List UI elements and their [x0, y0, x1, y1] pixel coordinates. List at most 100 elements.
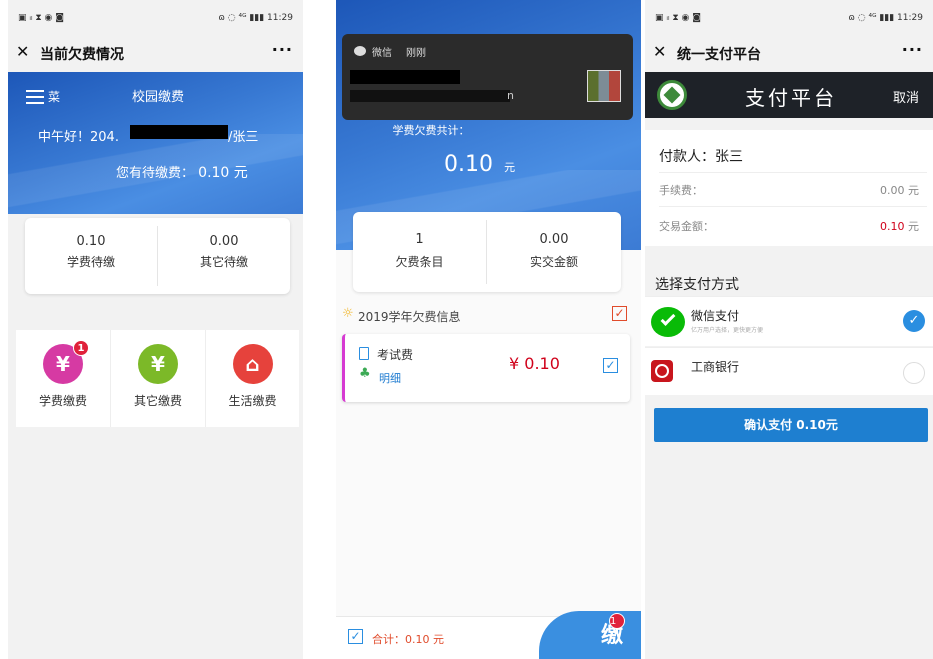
notification-app: 微信	[372, 48, 392, 59]
amount-value: 0.10	[880, 220, 905, 233]
sun-icon: ☼	[342, 306, 354, 321]
thumbnail-image	[587, 70, 621, 102]
summary-label: 其它待缴	[199, 255, 248, 269]
notification-tail: n	[507, 89, 514, 102]
divider	[659, 206, 927, 207]
screen-payment-platform: ▣ ᵢₗ ⧗ ◉ ◙ ɷ ◌ ⁴ᴳ ▮▮▮ 11:29 ✕ 统一支付平台 ···…	[645, 0, 933, 659]
wechat-pay-icon	[651, 307, 685, 337]
summary-value: 1	[415, 232, 424, 247]
method-name: 微信支付	[691, 309, 740, 323]
wechat-small-icon	[354, 46, 366, 56]
close-icon[interactable]: ✕	[16, 42, 29, 61]
pay-fab[interactable]: 缴 1	[539, 611, 641, 659]
status-left: ▣ ᵢₗ ⧗ ◉ ◙	[655, 13, 701, 23]
hamburger-icon	[26, 90, 44, 104]
section-header: ☼ 2019学年欠费信息 ✓	[336, 304, 641, 330]
method-wechat[interactable]: 微信支付 亿万用户选择，更快更方便 ✓	[645, 296, 933, 346]
other-yen-icon: ¥	[138, 344, 178, 384]
close-icon[interactable]: ✕	[653, 42, 666, 61]
service-label: 生活缴费	[228, 394, 277, 408]
summary-label: 学费待缴	[66, 255, 115, 269]
total-value: 0.10	[444, 152, 493, 177]
more-icon[interactable]: ···	[902, 40, 923, 59]
screen-arrears-detail: 微信 刚刚 n 学费欠费共计： 0.10 元 1 欠费条目 0.00 实交金额 …	[336, 0, 641, 659]
summary-value: 0.10	[76, 234, 106, 249]
notification-time: 刚刚	[406, 48, 426, 59]
status-right: ɷ ◌ ⁴ᴳ ▮▮▮ 11:29	[848, 13, 923, 23]
total-unit: 元	[504, 161, 516, 174]
service-tuition[interactable]: ¥1 学费缴费	[16, 330, 110, 427]
footer-bar: ✓ 合计：0.10 元 缴 1	[336, 611, 641, 659]
summary-card: 1 欠费条目 0.00 实交金额	[353, 212, 621, 292]
page-title: 当前欠费情况	[40, 47, 124, 63]
wechat-notification[interactable]: 微信 刚刚 n	[342, 34, 633, 120]
nav-bar: ✕ 统一支付平台 ···	[645, 36, 933, 66]
confirm-pay-button[interactable]: 确认支付 0.10元	[654, 408, 928, 442]
summary-tuition[interactable]: 0.10 学费待缴	[25, 234, 157, 270]
fee-amount: ¥ 0.10	[509, 354, 560, 373]
service-label: 学费缴费	[38, 394, 87, 408]
school-logo-icon	[657, 80, 687, 110]
service-grid: ¥1 学费缴费 ¥ 其它缴费 ⌂ 生活缴费	[16, 330, 299, 427]
fee-value: 0.00 元	[880, 184, 919, 197]
pending-label: 您有待缴费：	[116, 166, 195, 181]
status-right: ɷ ◌ ⁴ᴳ ▮▮▮ 11:29	[218, 13, 293, 23]
notification-badge: 1	[609, 613, 625, 629]
unselected-radio[interactable]	[903, 362, 925, 384]
summary-value: 0.00	[209, 234, 239, 249]
method-title: 选择支付方式	[655, 277, 739, 293]
tree-icon: ♣	[359, 366, 371, 381]
service-life[interactable]: ⌂ 生活缴费	[206, 330, 299, 427]
menu-label: 菜	[48, 90, 61, 104]
status-left: ▣ ᵢₗ ⧗ ◉ ◙	[18, 13, 64, 23]
status-bar: ▣ ᵢₗ ⧗ ◉ ◙ ɷ ◌ ⁴ᴳ ▮▮▮ 11:29	[645, 8, 933, 28]
selected-radio[interactable]: ✓	[903, 310, 925, 332]
greeting-prefix: 中午好！204.	[38, 130, 119, 145]
total-amount: 0.10 元	[444, 152, 515, 177]
service-other[interactable]: ¥ 其它缴费	[111, 330, 205, 427]
fee-detail-link[interactable]: 明细	[379, 370, 401, 386]
header-title: 校园缴费	[132, 90, 185, 105]
cancel-button[interactable]: 取消	[893, 87, 919, 106]
select-all-checkbox[interactable]: ✓	[612, 306, 627, 321]
redaction-bar	[350, 90, 510, 102]
amount-label: 交易金额：	[659, 220, 714, 233]
more-icon[interactable]: ···	[272, 40, 293, 59]
notification-badge: 1	[73, 340, 89, 356]
menu-button[interactable]: 菜	[26, 90, 60, 104]
fee-name: 考试费	[377, 348, 414, 362]
status-bar: ▣ ᵢₗ ⧗ ◉ ◙ ɷ ◌ ⁴ᴳ ▮▮▮ 11:29	[8, 8, 303, 28]
tuition-yen-icon: ¥1	[43, 340, 89, 384]
summary-other[interactable]: 0.00 其它待缴	[158, 234, 290, 270]
footer-total: 合计：0.10 元	[372, 633, 444, 646]
page-title: 统一支付平台	[677, 47, 761, 63]
document-icon	[359, 347, 369, 360]
divider	[659, 172, 927, 173]
payer-name: 付款人：张三	[659, 149, 743, 165]
screen-arrears-overview: ▣ ᵢₗ ⧗ ◉ ◙ ɷ ◌ ⁴ᴳ ▮▮▮ 11:29 ✕ 当前欠费情况 ···…	[8, 0, 303, 659]
summary-paid: 0.00 实交金额	[487, 232, 621, 270]
nav-bar: ✕ 当前欠费情况 ···	[8, 36, 303, 66]
amount-value-group: 0.10 元	[880, 218, 919, 234]
redaction-bar	[130, 125, 228, 139]
total-checkbox[interactable]: ✓	[348, 629, 363, 644]
summary-card: 0.10 学费待缴 0.00 其它待缴	[25, 218, 290, 294]
fee-label: 手续费：	[659, 184, 703, 197]
total-label: 学费欠费共计：	[392, 124, 470, 137]
method-icbc[interactable]: 工商银行	[645, 347, 933, 395]
hero-banner: 菜 校园缴费 中午好！204. /张三 您有待缴费： 0.10 元	[8, 72, 303, 214]
item-checkbox[interactable]: ✓	[603, 358, 618, 373]
fee-item-card[interactable]: 考试费 ♣ 明细 ¥ 0.10 ✓	[342, 334, 630, 402]
greeting-suffix: /张三	[228, 130, 259, 145]
platform-header: 支付平台 取消	[645, 72, 933, 118]
summary-value: 0.00	[539, 232, 569, 247]
method-name: 工商银行	[691, 360, 740, 374]
section-title: 2019学年欠费信息	[358, 310, 461, 324]
method-sub: 亿万用户选择，更快更方便	[691, 327, 764, 334]
amount-unit: 元	[908, 220, 919, 233]
summary-label: 实交金额	[529, 255, 578, 269]
pending-value: 0.10 元	[198, 165, 248, 181]
pending-amount: 您有待缴费： 0.10 元	[116, 162, 248, 182]
summary-count: 1 欠费条目	[353, 232, 486, 270]
platform-title: 支付平台	[745, 86, 837, 110]
